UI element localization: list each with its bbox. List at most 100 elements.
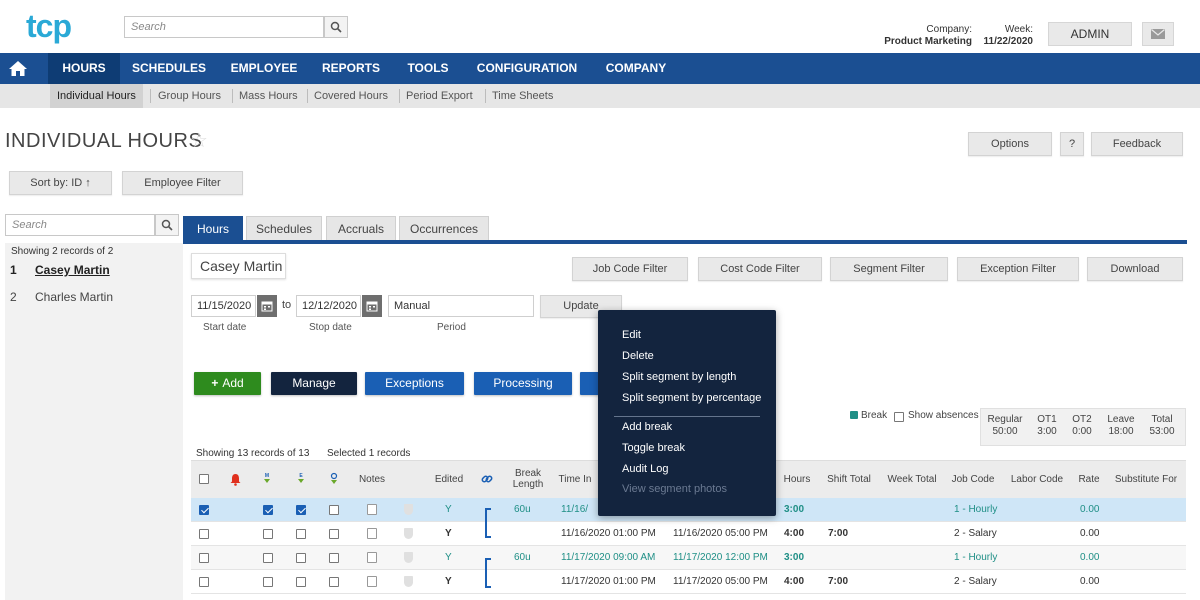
nav-configuration[interactable]: CONFIGURATION: [466, 53, 588, 84]
row-missing-checkbox[interactable]: [263, 505, 273, 515]
row-select-checkbox[interactable]: [199, 529, 209, 539]
row-early-checkbox[interactable]: [296, 505, 306, 515]
row-early-checkbox[interactable]: [296, 577, 306, 587]
subnav-individual-hours[interactable]: Individual Hours: [50, 84, 143, 108]
nav-tools[interactable]: TOOLS: [398, 53, 458, 84]
row-early-checkbox[interactable]: [296, 553, 306, 563]
download-button[interactable]: Download: [1087, 257, 1183, 281]
exceptions-button[interactable]: Exceptions: [365, 372, 464, 395]
row-missing-checkbox[interactable]: [263, 553, 273, 563]
row-location-checkbox[interactable]: [329, 577, 339, 587]
row-location-checkbox[interactable]: [329, 505, 339, 515]
link-column-header[interactable]: [476, 460, 498, 498]
note-icon[interactable]: [367, 504, 377, 515]
context-menu-split-by-percentage[interactable]: Split segment by percentage: [622, 390, 761, 406]
add-button[interactable]: + Add: [194, 372, 261, 395]
substitute-for-column-header[interactable]: Substitute For: [1110, 460, 1182, 498]
row-time-in: 11/16/: [561, 504, 589, 515]
context-menu-toggle-break[interactable]: Toggle break: [622, 440, 685, 456]
tab-hours[interactable]: Hours: [183, 216, 243, 241]
manage-button[interactable]: Manage: [271, 372, 357, 395]
show-absences-label: Show absences: [908, 410, 979, 421]
notes-column-header[interactable]: Notes: [353, 460, 391, 498]
context-menu-add-break[interactable]: Add break: [622, 419, 672, 435]
row-location-checkbox[interactable]: [329, 529, 339, 539]
time-in-column-header[interactable]: Time In: [553, 460, 597, 498]
context-menu-split-by-length[interactable]: Split segment by length: [622, 369, 736, 385]
break-length-column-header[interactable]: Break Length: [505, 460, 551, 498]
location-column-header[interactable]: [323, 460, 345, 498]
nav-hours[interactable]: HOURS: [48, 53, 120, 84]
tab-occurrences[interactable]: Occurrences: [399, 216, 489, 241]
start-date-input[interactable]: 11/15/2020: [191, 295, 256, 317]
subnav-mass-hours[interactable]: Mass Hours: [232, 84, 305, 108]
subnav-covered-hours[interactable]: Covered Hours: [307, 84, 395, 108]
start-date-picker-button[interactable]: [257, 295, 277, 317]
exception-filter-button[interactable]: Exception Filter: [957, 257, 1079, 281]
week-total-column-header[interactable]: Week Total: [882, 460, 942, 498]
nav-employee[interactable]: EMPLOYEE: [222, 53, 306, 84]
context-menu-delete[interactable]: Delete: [622, 348, 654, 364]
row-rate: 0.00: [1080, 576, 1100, 587]
mail-button[interactable]: [1142, 22, 1174, 46]
home-button[interactable]: [0, 53, 36, 84]
shift-total-column-header[interactable]: Shift Total: [821, 460, 877, 498]
selected-employee-name[interactable]: Casey Martin: [191, 253, 286, 279]
tcp-logo[interactable]: tcp: [26, 8, 72, 45]
stop-date-input[interactable]: 12/12/2020: [296, 295, 361, 317]
note-icon[interactable]: [367, 576, 377, 587]
row-missing-checkbox[interactable]: [263, 577, 273, 587]
row-select-checkbox[interactable]: [199, 553, 209, 563]
period-select[interactable]: Manual: [388, 295, 534, 317]
more-actions-button[interactable]: [580, 372, 600, 395]
employee-list-item[interactable]: 2 Charles Martin: [10, 290, 113, 308]
date-range-to-label: to: [282, 299, 292, 311]
row-missing-checkbox[interactable]: [263, 529, 273, 539]
employee-list-item[interactable]: 1 Casey Martin: [10, 263, 110, 281]
select-all-checkbox[interactable]: [199, 474, 209, 484]
row-location-checkbox[interactable]: [329, 553, 339, 563]
admin-button[interactable]: ADMIN: [1048, 22, 1132, 46]
nav-company[interactable]: COMPANY: [596, 53, 676, 84]
labor-code-column-header[interactable]: Labor Code: [1008, 460, 1066, 498]
feedback-button[interactable]: Feedback: [1091, 132, 1183, 156]
early-column-header[interactable]: E: [290, 460, 312, 498]
employee-search-button[interactable]: [155, 214, 179, 236]
hours-column-header[interactable]: Hours: [779, 460, 815, 498]
note-icon[interactable]: [367, 528, 377, 539]
top-search-button[interactable]: [324, 16, 348, 38]
cost-code-filter-button[interactable]: Cost Code Filter: [698, 257, 822, 281]
employee-search-input[interactable]: Search: [5, 214, 155, 236]
alarm-column-header[interactable]: [224, 460, 246, 498]
tab-accruals[interactable]: Accruals: [326, 216, 396, 241]
subnav-group-hours[interactable]: Group Hours: [151, 84, 228, 108]
top-search-input[interactable]: Search: [124, 16, 324, 38]
context-menu-edit[interactable]: Edit: [622, 327, 641, 343]
edited-column-header[interactable]: Edited: [428, 460, 470, 498]
week-label: Week:: [1004, 24, 1033, 35]
row-select-checkbox[interactable]: [199, 505, 209, 515]
note-icon[interactable]: [367, 552, 377, 563]
missing-column-header[interactable]: M: [256, 460, 278, 498]
processing-button[interactable]: Processing: [474, 372, 572, 395]
summary-leave: Leave 18:00: [1102, 414, 1140, 438]
tab-schedules[interactable]: Schedules: [246, 216, 322, 241]
context-menu-audit-log[interactable]: Audit Log: [622, 461, 668, 477]
stop-date-picker-button[interactable]: [362, 295, 382, 317]
employee-filter-button[interactable]: Employee Filter: [122, 171, 243, 195]
job-code-filter-button[interactable]: Job Code Filter: [572, 257, 688, 281]
row-select-checkbox[interactable]: [199, 577, 209, 587]
row-early-checkbox[interactable]: [296, 529, 306, 539]
subnav-time-sheets[interactable]: Time Sheets: [485, 84, 560, 108]
job-code-column-header[interactable]: Job Code: [948, 460, 998, 498]
nav-reports[interactable]: REPORTS: [314, 53, 388, 84]
segment-filter-button[interactable]: Segment Filter: [830, 257, 948, 281]
subnav-period-export[interactable]: Period Export: [399, 84, 480, 108]
nav-schedules[interactable]: SCHEDULES: [124, 53, 214, 84]
rate-column-header[interactable]: Rate: [1074, 460, 1104, 498]
options-button[interactable]: Options: [968, 132, 1052, 156]
sort-by-button[interactable]: Sort by: ID ↑: [9, 171, 112, 195]
favorite-star-icon[interactable]: ☆: [190, 128, 208, 153]
show-absences-checkbox[interactable]: [894, 412, 904, 422]
help-button[interactable]: ?: [1060, 132, 1084, 156]
